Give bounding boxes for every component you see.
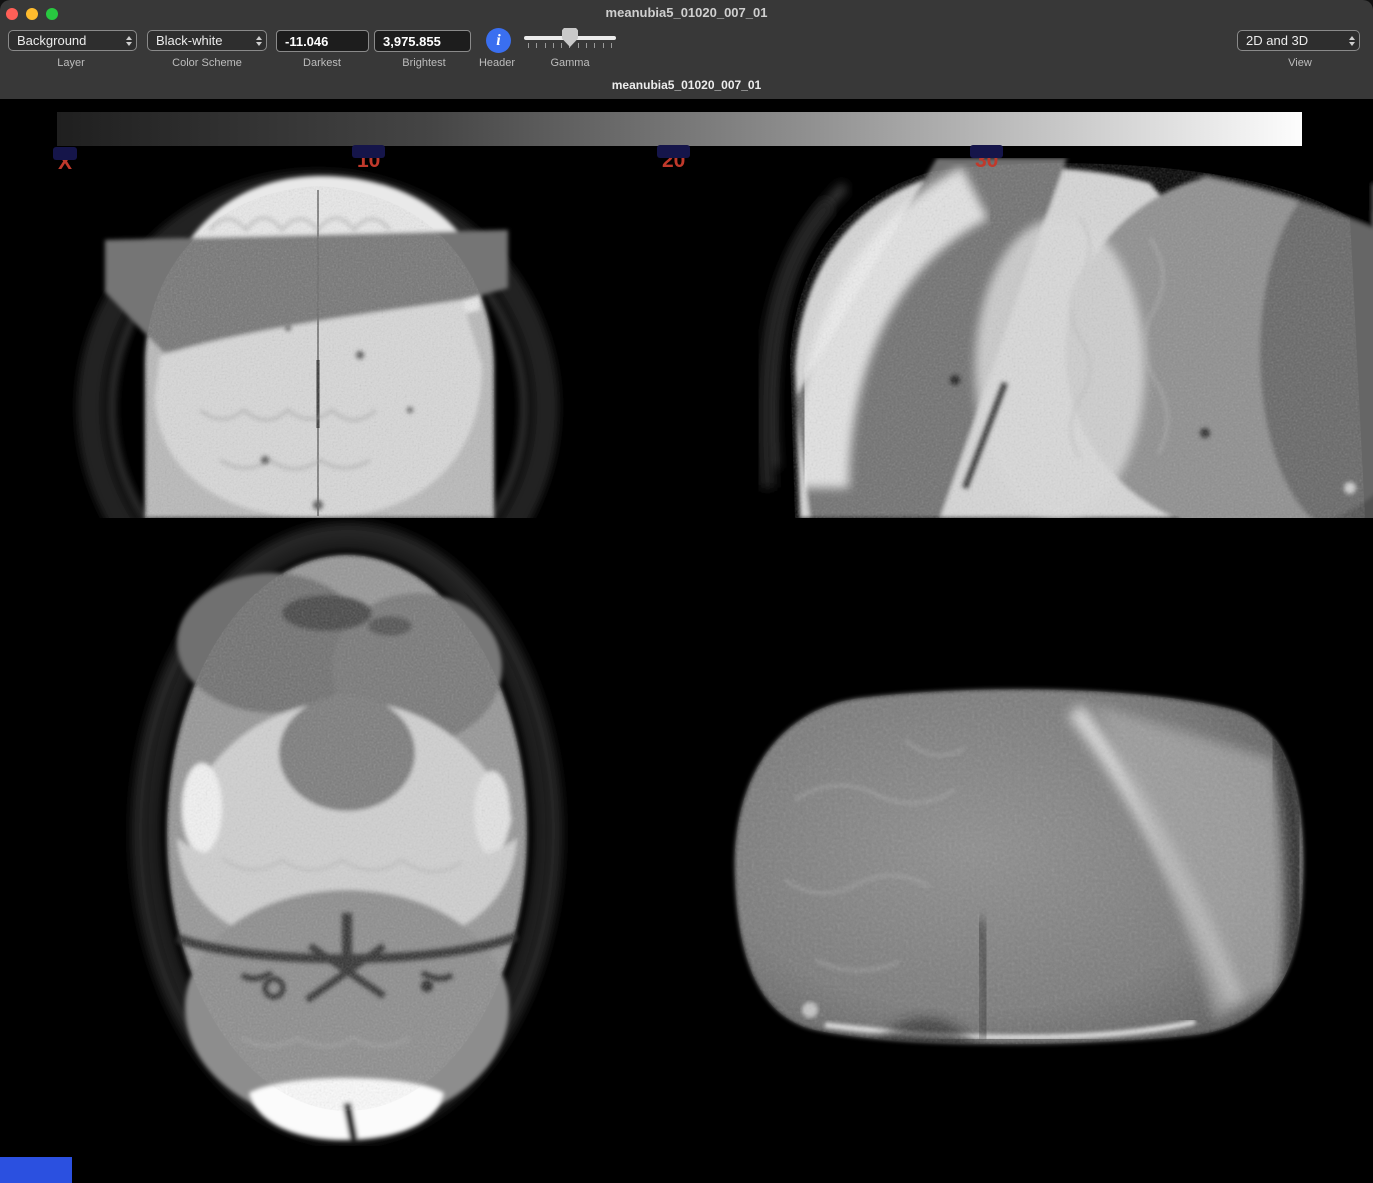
- chevron-updown-icon: [1349, 36, 1355, 46]
- color-scheme-select-value: Black-white: [156, 33, 222, 48]
- slice-label-backdrop: [352, 145, 385, 158]
- color-scheme-select[interactable]: Black-white: [147, 30, 267, 51]
- window-title: meanubia5_01020_007_01: [0, 0, 1373, 26]
- volume-render-view[interactable]: [675, 680, 1340, 1050]
- slice-label-30: 30: [975, 150, 998, 171]
- color-scheme-label: Color Scheme: [172, 57, 242, 69]
- slice-label-backdrop: [53, 147, 77, 160]
- view-select-value: 2D and 3D: [1246, 33, 1308, 48]
- axial-slice-view[interactable]: [122, 518, 572, 1146]
- slice-label-20: 20: [662, 150, 685, 171]
- app-window: meanubia5_01020_007_01 Background Layer …: [0, 0, 1373, 1183]
- info-icon: i: [496, 32, 500, 50]
- slice-label-backdrop: [970, 145, 1003, 158]
- chevron-updown-icon: [126, 36, 132, 46]
- header-info-button[interactable]: i: [486, 28, 511, 53]
- bottom-left-blue-panel: [0, 1157, 72, 1183]
- window-chrome: meanubia5_01020_007_01 Background Layer …: [0, 0, 1373, 99]
- darkest-label: Darkest: [303, 57, 341, 69]
- slice-label-10: 10: [357, 150, 380, 171]
- layer-filename-overlay: meanubia5_01020_007_01: [0, 75, 1373, 99]
- layer-select[interactable]: Background: [8, 30, 137, 51]
- layer-select-value: Background: [17, 33, 86, 48]
- titlebar: meanubia5_01020_007_01: [0, 0, 1373, 27]
- intensity-colorbar: [57, 112, 1302, 146]
- view-label: View: [1288, 57, 1312, 69]
- header-label: Header: [479, 57, 515, 69]
- view-select[interactable]: 2D and 3D: [1237, 30, 1360, 51]
- brightest-label: Brightest: [402, 57, 445, 69]
- sagittal-slice-view[interactable]: [750, 158, 1373, 518]
- brightest-input[interactable]: [374, 30, 471, 52]
- slice-label-x: X: [58, 152, 72, 173]
- darkest-input[interactable]: [276, 30, 369, 52]
- gamma-slider[interactable]: [524, 28, 616, 54]
- layer-label: Layer: [57, 57, 85, 69]
- gamma-label: Gamma: [550, 57, 589, 69]
- viewer-canvas: X 10 20 30: [0, 99, 1373, 1183]
- chevron-updown-icon: [256, 36, 262, 46]
- coronal-slice-view[interactable]: [60, 160, 565, 518]
- slice-label-backdrop: [657, 145, 690, 158]
